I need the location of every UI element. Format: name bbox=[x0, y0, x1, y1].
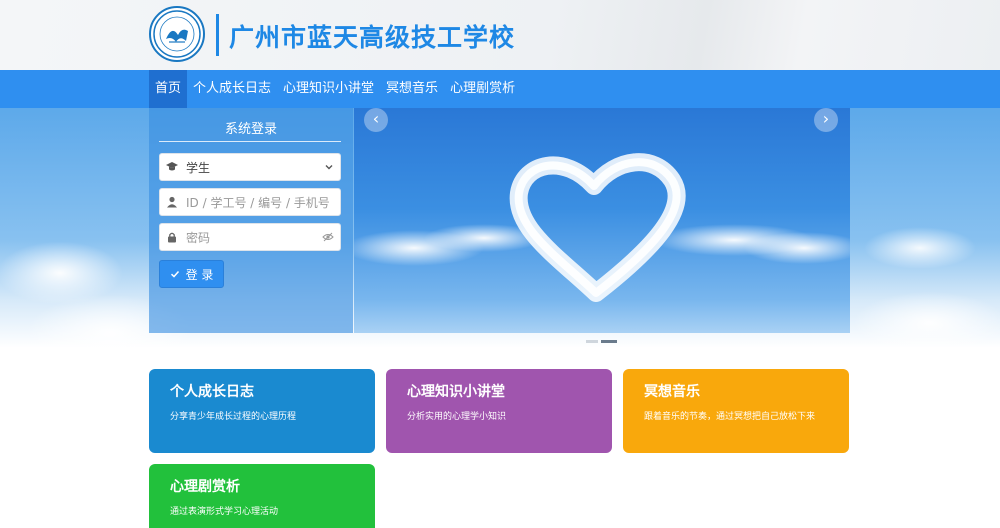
nav-item-meditation-music[interactable]: 冥想音乐 bbox=[380, 70, 444, 108]
checkmark-icon bbox=[170, 270, 179, 278]
nav-item-psychodrama[interactable]: 心理剧赏析 bbox=[444, 70, 521, 108]
main-nav: 首页 个人成长日志 心理知识小讲堂 冥想音乐 心理剧赏析 bbox=[0, 70, 1000, 108]
card-title: 心理剧赏析 bbox=[170, 479, 240, 495]
carousel-next-button[interactable]: › bbox=[814, 108, 838, 132]
card-description: 跟着音乐的节奏，通过冥想把自己放松下来 bbox=[644, 412, 816, 422]
graduation-cap-icon bbox=[166, 162, 178, 171]
role-select-value: 学生 bbox=[186, 160, 211, 175]
school-emblem-icon bbox=[153, 10, 201, 58]
site-title: 广州市蓝天高级技工学校 bbox=[229, 23, 516, 52]
login-divider bbox=[159, 141, 341, 142]
title-divider bbox=[216, 14, 219, 56]
user-id-placeholder: ID / 学工号 / 编号 / 手机号 bbox=[186, 195, 330, 210]
heart-cloud-image bbox=[354, 153, 850, 302]
card-psychology-lectures[interactable]: 心理知识小讲堂 分析实用的心理学小知识 bbox=[386, 369, 612, 453]
card-description: 分析实用的心理学小知识 bbox=[407, 412, 507, 422]
chevron-right-icon: › bbox=[822, 109, 830, 128]
role-select[interactable]: 学生 bbox=[159, 153, 341, 181]
chevron-down-icon bbox=[325, 165, 333, 170]
login-title: 系统登录 bbox=[224, 122, 277, 137]
carousel-indicators bbox=[586, 340, 617, 343]
carousel-dot-1[interactable] bbox=[586, 340, 598, 343]
nav-items: 首页 个人成长日志 心理知识小讲堂 冥想音乐 心理剧赏析 bbox=[149, 70, 521, 108]
card-psychodrama[interactable]: 心理剧赏析 通过表演形式学习心理活动 bbox=[149, 464, 375, 528]
card-growth-log[interactable]: 个人成长日志 分享青少年成长过程的心理历程 bbox=[149, 369, 375, 453]
header: 广州市蓝天高级技工学校 bbox=[0, 0, 1000, 70]
password-input[interactable]: 密码 bbox=[159, 223, 341, 251]
card-description: 分享青少年成长过程的心理历程 bbox=[170, 412, 297, 422]
user-icon bbox=[167, 196, 177, 208]
nav-item-psychology-lectures[interactable]: 心理知识小讲堂 bbox=[277, 70, 380, 108]
user-id-input[interactable]: ID / 学工号 / 编号 / 手机号 bbox=[159, 188, 341, 216]
card-title: 心理知识小讲堂 bbox=[407, 384, 505, 400]
login-panel: 系统登录 学生 ID / 学工号 / 编号 / 手机号 密码 登 录 bbox=[149, 108, 353, 333]
carousel-slide bbox=[354, 108, 850, 333]
card-meditation-music[interactable]: 冥想音乐 跟着音乐的节奏，通过冥想把自己放松下来 bbox=[623, 369, 849, 453]
school-logo[interactable] bbox=[149, 6, 205, 62]
eye-off-icon[interactable] bbox=[322, 231, 334, 243]
nav-item-home[interactable]: 首页 bbox=[149, 70, 188, 108]
card-description: 通过表演形式学习心理活动 bbox=[170, 507, 279, 517]
login-button-label: 登 录 bbox=[185, 267, 214, 282]
carousel-dot-2[interactable] bbox=[601, 340, 617, 343]
login-button[interactable]: 登 录 bbox=[159, 260, 224, 288]
chevron-left-icon: ‹ bbox=[372, 109, 380, 128]
password-placeholder: 密码 bbox=[186, 230, 211, 245]
carousel-prev-button[interactable]: ‹ bbox=[364, 108, 388, 132]
card-title: 冥想音乐 bbox=[644, 384, 700, 400]
nav-item-growth-log[interactable]: 个人成长日志 bbox=[187, 70, 277, 108]
card-title: 个人成长日志 bbox=[170, 384, 254, 400]
lock-icon bbox=[168, 232, 176, 243]
